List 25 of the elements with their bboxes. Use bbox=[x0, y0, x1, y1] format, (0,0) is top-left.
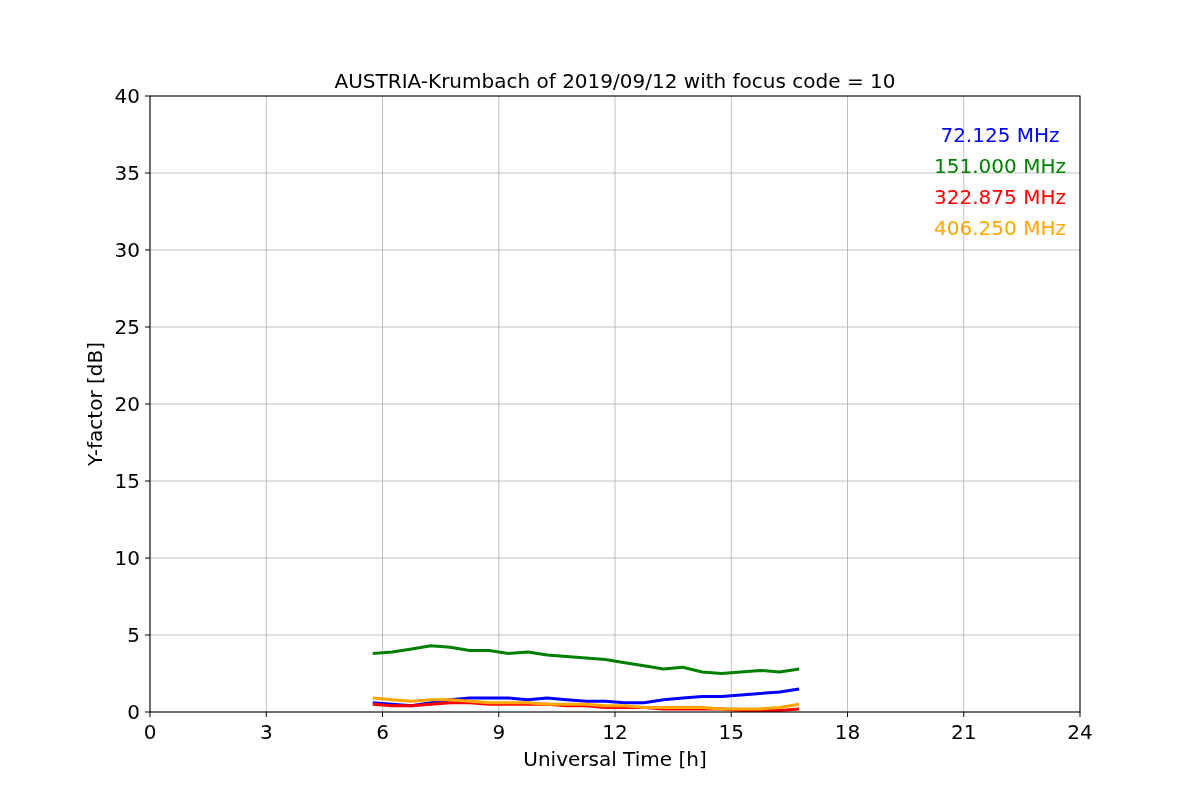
x-tick-label: 0 bbox=[143, 720, 157, 744]
y-tick-label: 20 bbox=[114, 392, 140, 416]
chart-title: AUSTRIA-Krumbach of 2019/09/12 with focus code = 10 bbox=[334, 69, 896, 93]
x-tick-label: 6 bbox=[376, 720, 389, 744]
y-tick-label: 30 bbox=[114, 238, 140, 262]
x-tick-label: 12 bbox=[602, 720, 628, 744]
y-tick-label: 10 bbox=[114, 546, 140, 570]
x-tick-label: 3 bbox=[259, 720, 273, 744]
legend-entry: 322.875 MHz bbox=[934, 185, 1066, 209]
y-tick-label: 35 bbox=[114, 161, 140, 185]
x-tick-label: 15 bbox=[718, 720, 744, 744]
x-tick-label: 24 bbox=[1067, 720, 1093, 744]
x-tick-label: 9 bbox=[492, 720, 506, 744]
y-tick-label: 15 bbox=[114, 469, 140, 493]
y-tick-label: 5 bbox=[127, 623, 140, 647]
x-tick-label: 18 bbox=[834, 720, 861, 744]
y-axis-label: Y-factor [dB] bbox=[83, 342, 107, 466]
legend-entry: 406.250 MHz bbox=[934, 216, 1066, 240]
y-tick-label: 0 bbox=[127, 700, 140, 724]
x-axis-label: Universal Time [h] bbox=[523, 747, 707, 771]
y-tick-label: 40 bbox=[114, 84, 140, 108]
y-tick-label: 25 bbox=[114, 315, 140, 339]
legend-entry: 72.125 MHz bbox=[940, 123, 1060, 147]
legend-entry: 151.000 MHz bbox=[934, 154, 1066, 178]
x-tick-label: 21 bbox=[951, 720, 977, 744]
